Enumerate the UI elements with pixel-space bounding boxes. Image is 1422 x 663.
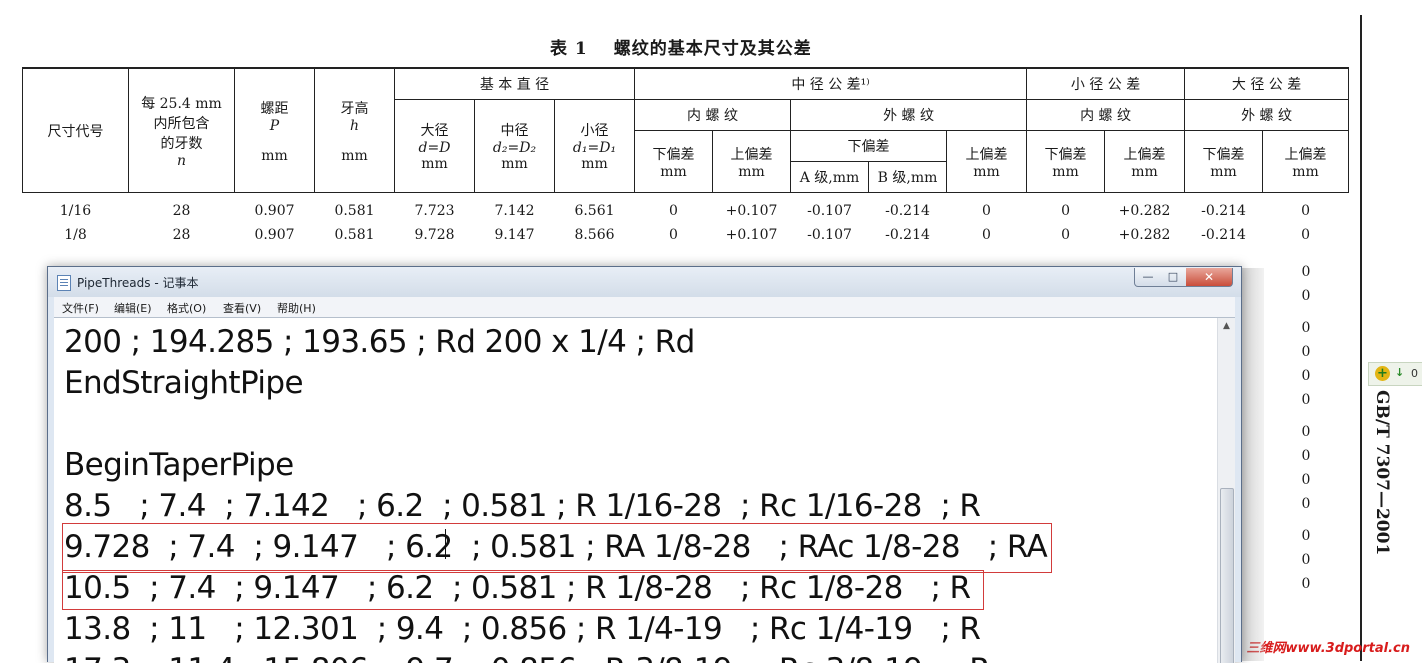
text-line: 17.3 ; 11.4 ; 15.806 ; 9.7 ; 0.856 ; R 3… (64, 650, 1214, 663)
menu-file[interactable]: 文件(F) (62, 300, 99, 316)
notepad-icon (57, 275, 71, 291)
header-major-diameter: 大径 d=D mm (394, 99, 475, 193)
menu-help[interactable]: 帮助(H) (277, 300, 316, 316)
text-line: 13.8 ; 11 ; 12.301 ; 9.4 ; 0.856 ; R 1/4… (64, 611, 981, 647)
table-row: 1/8 28 0.907 0.581 9.728 9.147 8.566 0 +0.107-… (64, 227, 1311, 243)
red-highlight-box (62, 523, 1052, 573)
header-minor-diameter: 小径 d₁=D₁ mm (554, 99, 635, 193)
header-upper-dev: 上偏差 mm (712, 130, 791, 193)
header-pitch-diameter: 中径 d₂=D₂ mm (474, 99, 555, 193)
text-line: BeginTaperPipe (64, 447, 294, 483)
maximize-button[interactable]: □ (1160, 268, 1187, 287)
header-lower-dev: 下偏差 mm (634, 130, 713, 193)
table-caption: 表 1 螺纹的基本尺寸及其公差 (550, 34, 812, 59)
window-title: PipeThreads - 记事本 (77, 276, 199, 290)
plus-icon: + (1375, 366, 1390, 381)
header-class-a: A 级,mm (790, 161, 869, 193)
menu-view[interactable]: 查看(V) (223, 300, 261, 316)
header-upper-dev-major: 上偏差 mm (1262, 130, 1350, 193)
red-highlight-box (62, 570, 984, 610)
menu-bar: 文件(F) 编辑(E) 格式(O) 查看(V) 帮助(H) (54, 297, 1235, 317)
header-class-b: B 级,mm (868, 161, 947, 193)
menu-format[interactable]: 格式(O) (167, 300, 206, 316)
header-lower-dev-ext: 下偏差 (790, 130, 947, 162)
close-button[interactable]: ✕ (1186, 268, 1233, 287)
scrollbar-thumb[interactable] (1220, 488, 1234, 663)
table-caption-number: 表 1 (550, 39, 588, 59)
header-external-thread-major: 外 螺 纹 (1184, 99, 1350, 131)
editor-text[interactable]: 200 ; 194.285 ; 193.65 ; Rd 200 x 1/4 ; … (64, 322, 1214, 663)
window-titlebar[interactable]: PipeThreads - 记事本 — □ ✕ (48, 267, 1241, 297)
header-major-tolerance: 大 径 公 差 (1184, 67, 1350, 100)
header-size-code: 尺寸代号 (22, 67, 129, 193)
header-internal-thread-minor: 内 螺 纹 (1026, 99, 1186, 131)
header-upper-dev-minor: 上偏差 mm (1104, 130, 1186, 193)
text-line: 8.5 ; 7.4 ; 7.142 ; 6.2 ; 0.581 ; R 1/16… (64, 488, 981, 524)
header-minor-tolerance: 小 径 公 差 (1026, 67, 1186, 100)
blurred-background-strip (1240, 268, 1264, 661)
header-internal-thread: 内 螺 纹 (634, 99, 791, 131)
text-line: EndStraightPipe (64, 365, 304, 401)
header-lower-dev-minor: 下偏差 mm (1026, 130, 1106, 193)
header-basic-diameter: 基 本 直 径 (394, 67, 635, 100)
header-pitch-tolerance: 中 径 公 差¹⁾ (633, 67, 1028, 100)
header-pitch: 螺距 Pmm (234, 67, 315, 193)
table-caption-text: 螺纹的基本尺寸及其公差 (613, 39, 812, 59)
minimize-button[interactable]: — (1134, 268, 1162, 287)
scroll-up-icon[interactable]: ▲ (1218, 318, 1235, 335)
header-lower-dev-major: 下偏差 mm (1184, 130, 1264, 193)
side-toolbar-widget[interactable]: + ↓ 0 (1368, 362, 1422, 386)
header-external-thread: 外 螺 纹 (789, 99, 1028, 131)
text-line (64, 404, 1214, 445)
text-line: 200 ; 194.285 ; 193.65 ; Rd 200 x 1/4 ; … (64, 324, 695, 360)
notepad-window: PipeThreads - 记事本 — □ ✕ 文件(F) 编辑(E) 格式(O… (47, 266, 1242, 663)
text-caret (445, 529, 446, 559)
header-thread-height: 牙高 h mm (314, 67, 395, 193)
table-row: 1/16 28 0.907 0.581 7.723 7.142 6.561 0 +0.107… (59, 203, 1311, 219)
page-margin-line (1360, 15, 1362, 661)
vertical-scrollbar[interactable]: ▲ (1217, 318, 1235, 663)
arrow-down-icon: ↓ (1395, 366, 1405, 379)
text-editor-area[interactable]: 200 ; 194.285 ; 193.65 ; Rd 200 x 1/4 ; … (54, 317, 1235, 663)
standard-code: GB/T 7307—2001 (1372, 390, 1392, 556)
right-column-values: 0 0 0 0 0 0 0 0 0 0 0 0 0 (1301, 264, 1311, 592)
header-upper-dev-ext: 上偏差 mm (945, 130, 1028, 193)
header-threads-per-inch: 每 25.4 mm 内所包含 的牙数 n (128, 67, 235, 193)
menu-edit[interactable]: 编辑(E) (114, 300, 152, 316)
thread-dimension-table: 尺寸代号 每 25.4 mm 内所包含 的牙数 n 螺距 Pmm 牙高 h mm 基 本 直… (22, 67, 1350, 247)
